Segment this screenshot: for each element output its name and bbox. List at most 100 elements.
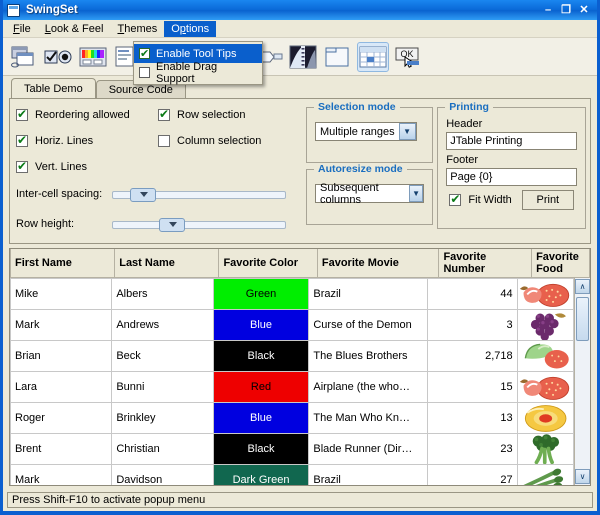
table-row[interactable]: Roger Brinkley Blue The Man Who Kn… 13	[10, 402, 575, 434]
cell-favorite-color[interactable]: Dark Green	[212, 464, 310, 485]
minimize-button[interactable]: –	[540, 3, 556, 18]
table-row[interactable]: Lara Bunni Red Airplane (the who… 15	[10, 371, 575, 403]
tabbed-pane-icon[interactable]	[322, 42, 354, 72]
cell-favorite-number[interactable]: 15	[426, 371, 518, 403]
vertical-lines-checkbox[interactable]: Vert. Lines	[16, 157, 158, 177]
menu-item-label: Enable Tool Tips	[156, 47, 237, 60]
cell-favorite-color[interactable]: Green	[212, 278, 310, 310]
table-icon[interactable]	[357, 41, 389, 72]
button-icon[interactable]: OK	[392, 42, 424, 72]
fit-width-checkbox[interactable]: Fit Width	[449, 192, 512, 206]
cell-favorite-food[interactable]	[516, 309, 575, 341]
table-row[interactable]: Mark Andrews Blue Curse of the Demon 3	[10, 309, 575, 341]
cell-favorite-food[interactable]	[516, 371, 575, 403]
table-row[interactable]: Brent Christian Black Blade Runner (Dir… 23	[10, 433, 575, 465]
cell-first-name[interactable]: Mark	[10, 464, 113, 485]
print-button[interactable]: Print	[521, 190, 574, 210]
chevron-down-icon[interactable]: ▼	[408, 185, 424, 202]
cell-favorite-number[interactable]: 23	[426, 433, 518, 465]
close-button[interactable]: ✕	[576, 3, 592, 18]
table-row[interactable]: Mark Davidson Dark Green Brazil 27	[10, 464, 575, 485]
cell-favorite-color[interactable]: Black	[212, 433, 310, 465]
cell-favorite-number[interactable]: 44	[426, 278, 518, 310]
cell-first-name[interactable]: Mark	[10, 309, 113, 341]
row-height-slider[interactable]	[112, 217, 286, 232]
menu-options[interactable]: Options	[164, 20, 217, 37]
column-header[interactable]: Favorite Number	[438, 249, 533, 278]
row-height-row: Row height:	[16, 213, 302, 235]
footer-label: Footer	[446, 154, 479, 166]
color-chooser-icon[interactable]	[77, 42, 109, 72]
slider-thumb[interactable]	[159, 217, 186, 232]
tab-content-panel: Reordering allowed Horiz. Lines Vert. Li…	[9, 98, 591, 244]
maximize-button[interactable]: ❐	[558, 3, 574, 18]
scroll-down-button[interactable]: ∨	[575, 469, 590, 484]
column-header[interactable]: Favorite Color	[218, 249, 318, 278]
cell-favorite-movie[interactable]: Blade Runner (Dir…	[308, 433, 428, 465]
reordering-allowed-checkbox[interactable]: Reordering allowed	[16, 105, 158, 125]
cell-favorite-movie[interactable]: Curse of the Demon	[308, 309, 428, 341]
internal-frame-icon[interactable]	[7, 42, 39, 72]
svg-text:OK: OK	[400, 49, 413, 59]
cell-favorite-number[interactable]: 2,718	[426, 340, 518, 372]
cell-last-name[interactable]: Christian	[111, 433, 214, 465]
cell-last-name[interactable]: Beck	[111, 340, 214, 372]
slider-thumb[interactable]	[129, 187, 156, 202]
cell-favorite-number[interactable]: 3	[426, 309, 518, 341]
cell-first-name[interactable]: Brent	[10, 433, 113, 465]
scroll-up-button[interactable]: ∧	[575, 279, 590, 294]
scroll-pane-icon[interactable]	[287, 42, 319, 72]
column-header[interactable]: Last Name	[114, 249, 220, 278]
cell-last-name[interactable]: Davidson	[111, 464, 214, 485]
table-header-row: First Name Last Name Favorite Color Favorit…	[9, 249, 590, 278]
cell-favorite-color[interactable]: Blue	[212, 309, 310, 341]
cell-favorite-color[interactable]: Blue	[212, 402, 310, 434]
cell-favorite-movie[interactable]: The Blues Brothers	[308, 340, 428, 372]
cell-favorite-food[interactable]	[516, 433, 575, 465]
cell-favorite-number[interactable]: 13	[426, 402, 518, 434]
column-header[interactable]: Favorite Movie	[316, 249, 440, 278]
autoresize-mode-combo[interactable]: Subsequent columns ▼	[315, 182, 425, 206]
column-selection-checkbox[interactable]: Column selection	[158, 131, 302, 151]
row-selection-checkbox[interactable]: Row selection	[158, 105, 302, 125]
vertical-scrollbar[interactable]: ∧ ∨	[574, 278, 590, 485]
cell-last-name[interactable]: Andrews	[111, 309, 214, 341]
cell-favorite-movie[interactable]: The Man Who Kn…	[308, 402, 428, 434]
selection-mode-combo[interactable]: Multiple ranges ▼	[315, 122, 417, 141]
menu-look-and-feel[interactable]: Look & Feel	[38, 21, 111, 37]
cell-first-name[interactable]: Mike	[10, 278, 113, 310]
scrollbar-thumb[interactable]	[576, 297, 589, 341]
cell-favorite-movie[interactable]: Airplane (the who…	[308, 371, 428, 403]
cell-favorite-movie[interactable]: Brazil	[308, 464, 428, 485]
cell-last-name[interactable]: Albers	[111, 278, 214, 310]
cell-favorite-movie[interactable]: Brazil	[308, 278, 428, 310]
cell-favorite-food[interactable]	[516, 402, 575, 434]
menu-file[interactable]: FFileile	[6, 21, 38, 37]
checkbox-icon	[16, 159, 28, 173]
menu-themes[interactable]: Themes	[110, 21, 164, 37]
cell-first-name[interactable]: Lara	[10, 371, 113, 403]
menu-item-enable-drag-support[interactable]: Enable Drag Support	[134, 61, 262, 85]
cell-favorite-color[interactable]: Red	[212, 371, 310, 403]
table-row[interactable]: Mike Albers Green Brazil 44	[10, 278, 575, 310]
chevron-down-icon[interactable]: ▼	[398, 123, 416, 140]
table-row[interactable]: Brian Beck Black The Blues Brothers 2,718	[10, 340, 575, 372]
cell-last-name[interactable]: Brinkley	[111, 402, 214, 434]
header-input[interactable]: JTable Printing	[446, 132, 577, 150]
footer-input[interactable]: Page {0}	[446, 168, 577, 186]
option-pane-controls-icon[interactable]	[42, 42, 74, 72]
tab-table-demo[interactable]: Table Demo	[11, 78, 96, 98]
cell-favorite-number[interactable]: 27	[426, 464, 518, 485]
horizontal-lines-checkbox[interactable]: Horiz. Lines	[16, 131, 158, 151]
cell-first-name[interactable]: Brian	[10, 340, 113, 372]
checkbox-icon	[16, 133, 28, 147]
cell-favorite-food[interactable]	[516, 340, 575, 372]
cell-last-name[interactable]: Bunni	[111, 371, 214, 403]
column-header[interactable]: First Name	[9, 249, 116, 278]
cell-favorite-food[interactable]	[516, 278, 575, 310]
cell-first-name[interactable]: Roger	[10, 402, 113, 434]
column-header[interactable]: Favorite Food	[531, 249, 590, 278]
cell-favorite-color[interactable]: Black	[212, 340, 310, 372]
cell-favorite-food[interactable]	[516, 464, 575, 485]
inter-cell-spacing-slider[interactable]	[112, 187, 286, 202]
